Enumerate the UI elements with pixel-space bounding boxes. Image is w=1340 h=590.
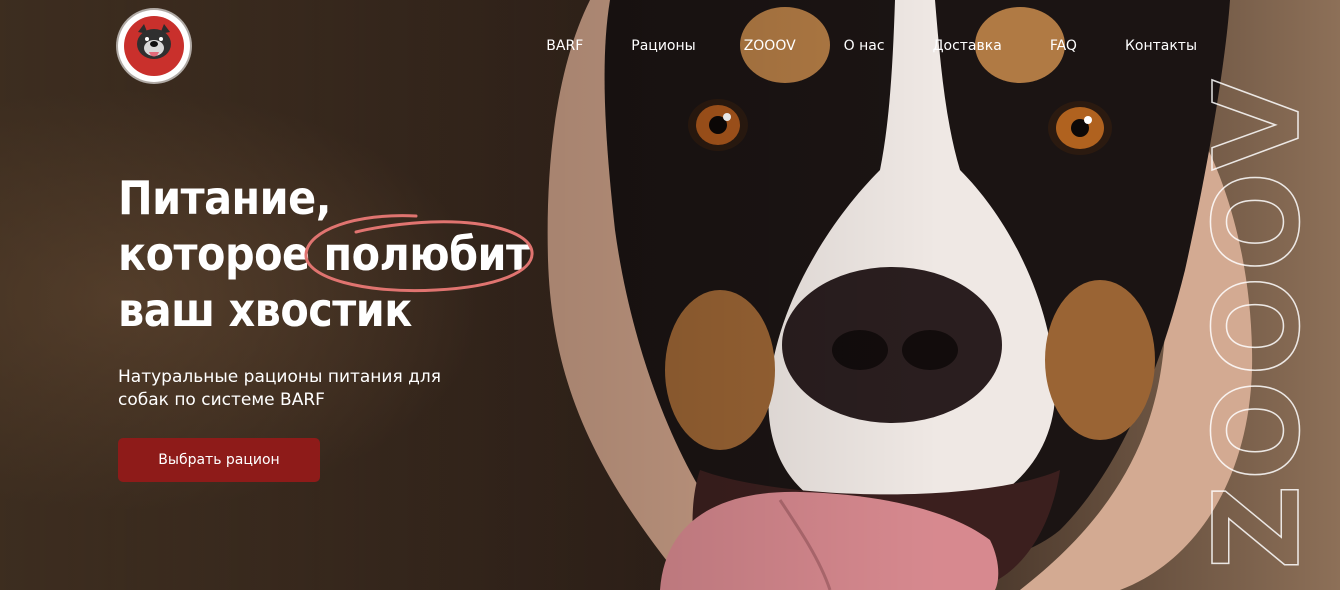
dog-logo-icon <box>124 16 184 76</box>
nav-item-rations[interactable]: Рационы <box>631 37 695 55</box>
nav-item-barf[interactable]: BARF <box>546 37 583 55</box>
accent-circle-icon <box>303 214 534 293</box>
hero-section: BARF Рационы ZOOOV О нас Доставка FAQ Ко… <box>0 0 1340 590</box>
headline-accent-wrap: полюбит <box>303 214 534 293</box>
nav-item-about[interactable]: О нас <box>844 37 885 55</box>
watermark: ZOOOV <box>1187 75 1320 571</box>
logo[interactable] <box>118 10 190 82</box>
headline-line-2: которое полюбит <box>118 214 534 293</box>
watermark-text: ZOOOV <box>1188 75 1320 570</box>
nav-item-faq[interactable]: FAQ <box>1050 37 1077 55</box>
nav-item-zooov[interactable]: ZOOOV <box>744 37 796 55</box>
hero-headline: Питание, которое полюбит ваш хвостик <box>118 170 534 338</box>
hero-subtitle: Натуральные рационы питания для собак по… <box>118 367 441 410</box>
headline-line-2-text: которое <box>118 227 324 281</box>
main-nav: BARF Рационы ZOOOV О нас Доставка FAQ Ко… <box>546 37 1197 55</box>
choose-ration-button[interactable]: Выбрать рацион <box>118 438 320 482</box>
nav-item-contacts[interactable]: Контакты <box>1125 37 1197 55</box>
nav-item-delivery[interactable]: Доставка <box>933 37 1002 55</box>
